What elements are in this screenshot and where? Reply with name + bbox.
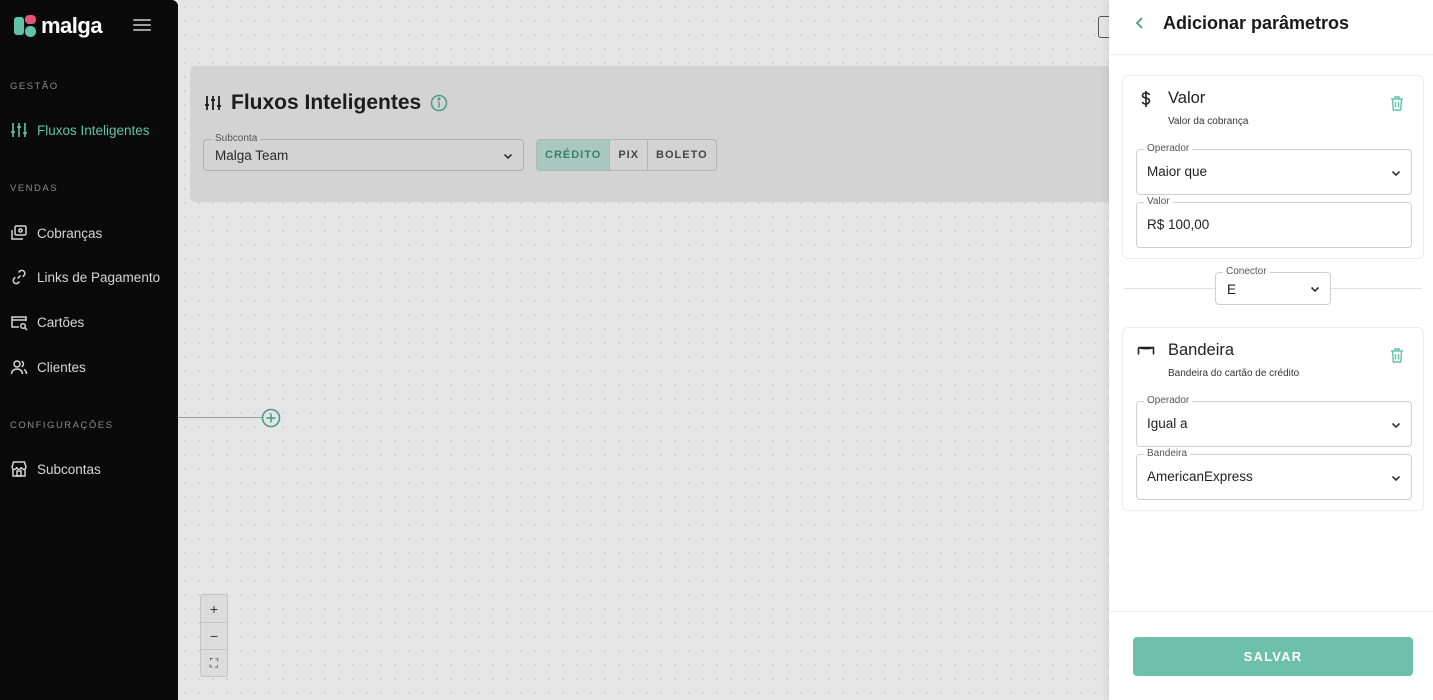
dollar-icon xyxy=(1141,91,1151,107)
chevron-down-icon xyxy=(503,153,513,160)
add-node-icon[interactable] xyxy=(261,408,281,428)
card-search-icon xyxy=(11,316,28,331)
method-boleto[interactable]: BOLETO xyxy=(647,140,716,170)
sidebar-item-label: Cartões xyxy=(37,314,85,330)
panel-header: Adicionar parâmetros xyxy=(1109,0,1433,55)
sidebar-item-label: Clientes xyxy=(37,359,86,375)
sidebar-item-cartoes[interactable]: Cartões xyxy=(10,313,84,331)
add-parameters-panel: Adicionar parâmetros Valor Valor da cobr… xyxy=(1109,0,1433,700)
method-credito[interactable]: CRÉDITO xyxy=(537,140,610,170)
panel-title: Adicionar parâmetros xyxy=(1163,13,1350,33)
chevron-down-icon xyxy=(1391,422,1401,429)
subconta-value: Malga Team xyxy=(215,148,289,163)
field-label: Valor xyxy=(1144,196,1173,207)
sidebar-item-clientes[interactable]: Clientes xyxy=(10,358,86,376)
sliders-icon xyxy=(11,123,27,137)
page-title-text: Fluxos Inteligentes xyxy=(231,91,422,114)
sidebar-item-label: Links de Pagamento xyxy=(37,269,161,285)
subconta-select[interactable]: Subconta Malga Team xyxy=(203,133,524,171)
sidebar-item-links[interactable]: Links de Pagamento xyxy=(10,268,160,286)
bandeira-brand-select[interactable]: Bandeira AmericanExpress xyxy=(1136,448,1412,500)
field-value: Igual a xyxy=(1147,416,1188,431)
charges-icon xyxy=(11,225,27,240)
valor-amount-input[interactable]: Valor R$ 100,00 xyxy=(1136,196,1412,248)
trash-icon[interactable] xyxy=(1389,347,1405,364)
field-value: R$ 100,00 xyxy=(1147,217,1210,232)
sidebar-item-label: Fluxos Inteligentes xyxy=(37,122,150,138)
flow-canvas[interactable]: Fluxos Inteligentes Subconta Malga Team … xyxy=(178,0,1109,700)
valor-parameter-card: Valor Valor da cobrança Operador Maior q… xyxy=(1122,75,1424,259)
card-title: Valor xyxy=(1168,89,1206,107)
section-vendas: VENDAS xyxy=(10,183,59,194)
chevron-down-icon xyxy=(1391,170,1401,177)
connector-select[interactable]: Conector E xyxy=(1215,266,1331,305)
chevron-down-icon xyxy=(1391,475,1401,482)
connector-label: Conector xyxy=(1223,266,1270,277)
sidebar-item-fluxos[interactable]: Fluxos Inteligentes xyxy=(10,121,150,139)
flow-edge xyxy=(178,417,262,418)
trash-icon[interactable] xyxy=(1389,95,1405,112)
fit-view-button[interactable]: ⛶ xyxy=(201,649,227,676)
card-title: Bandeira xyxy=(1168,341,1235,359)
store-icon xyxy=(11,461,27,477)
chevron-down-icon xyxy=(1310,286,1320,293)
field-label: Bandeira xyxy=(1144,448,1191,459)
info-icon[interactable] xyxy=(430,94,448,112)
section-configuracoes: CONFIGURAÇÕES xyxy=(10,420,114,431)
header-card xyxy=(190,66,1109,202)
connector-value: E xyxy=(1227,282,1237,297)
field-value: Maior que xyxy=(1147,164,1208,179)
sidebar-item-label: Cobranças xyxy=(37,225,103,241)
sidebar-item-label: Subcontas xyxy=(37,461,101,477)
method-pix[interactable]: PIX xyxy=(609,140,647,170)
card-subtitle: Valor da cobrança xyxy=(1168,116,1249,127)
bandeira-operator-select[interactable]: Operador Igual a xyxy=(1136,395,1412,447)
malga-logo[interactable]: malga xyxy=(14,13,103,39)
field-label: Operador xyxy=(1144,395,1193,406)
chevron-left-icon[interactable] xyxy=(1133,15,1147,31)
zoom-controls: + − ⛶ xyxy=(200,594,228,677)
link-icon xyxy=(12,269,26,285)
panel-footer: SALVAR xyxy=(1109,611,1433,700)
malga-logo-icon xyxy=(14,15,36,37)
sidebar-item-cobrancas[interactable]: Cobranças xyxy=(10,224,102,242)
subconta-label: Subconta xyxy=(212,133,261,144)
zoom-in-button[interactable]: + xyxy=(201,595,227,622)
field-label: Operador xyxy=(1144,143,1193,154)
sidebar: malga GESTÃO Fluxos Inteligentes VENDAS … xyxy=(0,0,178,700)
menu-toggle-icon[interactable] xyxy=(132,16,152,34)
sliders-icon xyxy=(205,96,221,110)
users-icon xyxy=(10,360,28,375)
sidebar-item-subcontas[interactable]: Subcontas xyxy=(10,460,101,478)
header-button-edge[interactable] xyxy=(1098,16,1109,38)
payment-method-toggle: CRÉDITO PIX BOLETO xyxy=(536,139,717,171)
section-gestao: GESTÃO xyxy=(10,81,59,92)
valor-operator-select[interactable]: Operador Maior que xyxy=(1136,143,1412,195)
logo-text: malga xyxy=(41,13,103,38)
save-button[interactable]: SALVAR xyxy=(1133,637,1413,676)
field-value: AmericanExpress xyxy=(1147,469,1253,484)
page-title: Fluxos Inteligentes xyxy=(204,91,448,115)
zoom-out-button[interactable]: − xyxy=(201,622,227,649)
bandeira-parameter-card: Bandeira Bandeira do cartão de crédito O… xyxy=(1122,327,1424,511)
flag-icon xyxy=(1137,346,1155,355)
card-subtitle: Bandeira do cartão de crédito xyxy=(1168,368,1300,379)
